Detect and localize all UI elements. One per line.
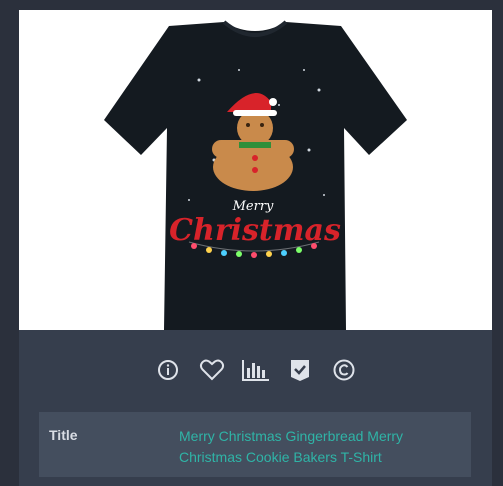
title-label: Title [49,427,78,443]
badge-check-icon [290,360,309,381]
copyright-icon [333,359,354,381]
copyright-button[interactable] [329,355,359,385]
verified-button[interactable] [285,355,315,385]
title-link[interactable]: Merry Christmas Gingerbread Merry Christ… [179,426,449,468]
stats-button[interactable] [241,355,271,385]
tshirt-image: Merry Christmas [104,20,407,330]
details-table: Title Merry Christmas Gingerbread Merry … [39,412,471,477]
bar-chart-icon [241,360,269,381]
info-button[interactable] [153,355,183,385]
info-icon [157,360,178,380]
favorite-button[interactable] [197,355,227,385]
action-bar [19,350,492,390]
heart-icon [199,359,224,381]
shirt-text-merry: Merry [232,199,274,214]
product-card: Merry Christmas Title Merry Christmas Gi… [19,10,492,486]
product-image[interactable]: Merry Christmas [19,10,492,330]
